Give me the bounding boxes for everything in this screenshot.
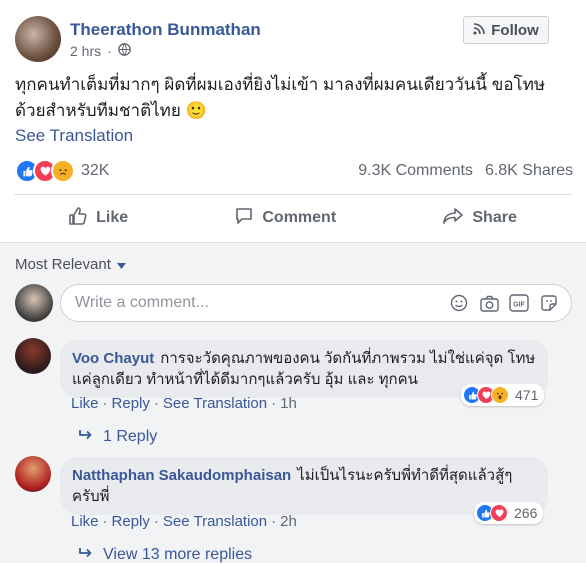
comment-like-link[interactable]: Like <box>71 513 99 530</box>
globe-icon <box>117 43 131 59</box>
comment-like-link[interactable]: Like <box>71 395 99 412</box>
sticker-icon[interactable] <box>539 293 559 313</box>
comment-reply-link[interactable]: Reply <box>112 395 150 412</box>
share-label: Share <box>472 209 517 226</box>
comment-actions: Like · Reply · See Translation · 1h <box>71 395 297 412</box>
divider <box>14 194 572 195</box>
view-replies-link[interactable]: 1 Reply <box>79 428 157 446</box>
comment-reactions[interactable]: 471 <box>461 384 545 406</box>
sort-label: Most Relevant <box>15 256 111 273</box>
current-user-avatar[interactable] <box>15 284 53 322</box>
comment-actions: Like · Reply · See Translation · 2h <box>71 513 297 530</box>
comment-placeholder: Write a comment... <box>75 294 209 311</box>
commenter-avatar[interactable] <box>15 338 51 374</box>
replies-label: View 13 more replies <box>103 546 253 563</box>
comment-translation-link[interactable]: See Translation <box>163 513 267 530</box>
commenter-name[interactable]: Natthaphan Sakaudomphaisan <box>72 467 291 484</box>
post-meta: 2 hrs · <box>70 43 131 59</box>
separator-dot: · <box>153 513 159 530</box>
rss-icon <box>473 22 486 39</box>
comment-input[interactable]: Write a comment... GIF <box>60 284 572 322</box>
comment-translation-link[interactable]: See Translation <box>163 395 267 412</box>
share-button[interactable]: Share <box>442 206 517 231</box>
separator-dot: · <box>153 395 159 412</box>
separator-dot: · <box>271 395 277 412</box>
love-reaction-icon <box>490 504 508 522</box>
see-translation-link[interactable]: See Translation <box>15 126 133 146</box>
share-arrow-icon <box>442 206 464 231</box>
separator-dot: · <box>102 513 108 530</box>
post-text: ทุกคนทำเต็มที่มากๆ ผิดที่ผมเองที่ยิงไม่เ… <box>15 75 546 120</box>
author-avatar[interactable] <box>15 16 61 62</box>
gif-icon[interactable]: GIF <box>509 293 529 313</box>
view-replies-link[interactable]: View 13 more replies <box>79 546 252 564</box>
separator-dot: · <box>102 395 108 412</box>
post-stats: 9.3K Comments 6.8K Shares <box>358 162 573 180</box>
reply-arrow-icon <box>79 546 93 564</box>
author-name[interactable]: Theerathon Bunmathan <box>70 20 261 40</box>
thumbs-up-icon <box>68 206 88 231</box>
comment-label: Comment <box>262 209 337 226</box>
comment-reaction-count: 266 <box>514 505 538 521</box>
comment-reaction-count: 471 <box>515 387 539 403</box>
camera-icon[interactable] <box>479 293 499 313</box>
like-button[interactable]: Like <box>68 206 128 231</box>
comment-reactions[interactable]: 266 <box>474 502 544 524</box>
sad-reaction-icon <box>51 159 75 183</box>
commenter-name[interactable]: Voo Chayut <box>72 350 154 367</box>
comment-reply-link[interactable]: Reply <box>112 513 150 530</box>
reactions-summary: 32K 9.3K Comments 6.8K Shares <box>15 158 573 184</box>
comment-time[interactable]: 1h <box>280 395 297 412</box>
reply-arrow-icon <box>79 428 93 446</box>
svg-text:GIF: GIF <box>513 302 525 309</box>
emoji-icon[interactable] <box>449 293 469 313</box>
reaction-count[interactable]: 32K <box>81 162 109 180</box>
replies-label: 1 Reply <box>103 428 158 445</box>
separator-dot: · <box>107 43 112 59</box>
follow-label: Follow <box>491 21 539 39</box>
comment-button[interactable]: Comment <box>234 206 336 231</box>
shares-count[interactable]: 6.8K Shares <box>485 162 573 180</box>
post-actions: Like Comment Share <box>15 201 570 235</box>
comment-time[interactable]: 2h <box>280 513 297 530</box>
separator-dot: · <box>271 513 277 530</box>
divider <box>0 242 586 243</box>
wow-reaction-icon <box>491 386 509 404</box>
comments-count[interactable]: 9.3K Comments <box>358 162 473 180</box>
like-label: Like <box>96 209 129 226</box>
comment-icon <box>234 206 254 231</box>
sort-dropdown[interactable]: Most Relevant <box>15 256 126 273</box>
commenter-avatar[interactable] <box>15 456 51 492</box>
composer-tools: GIF <box>449 293 559 313</box>
follow-button[interactable]: Follow <box>463 16 549 44</box>
post-time[interactable]: 2 hrs <box>70 43 101 59</box>
caret-down-icon <box>116 256 126 273</box>
